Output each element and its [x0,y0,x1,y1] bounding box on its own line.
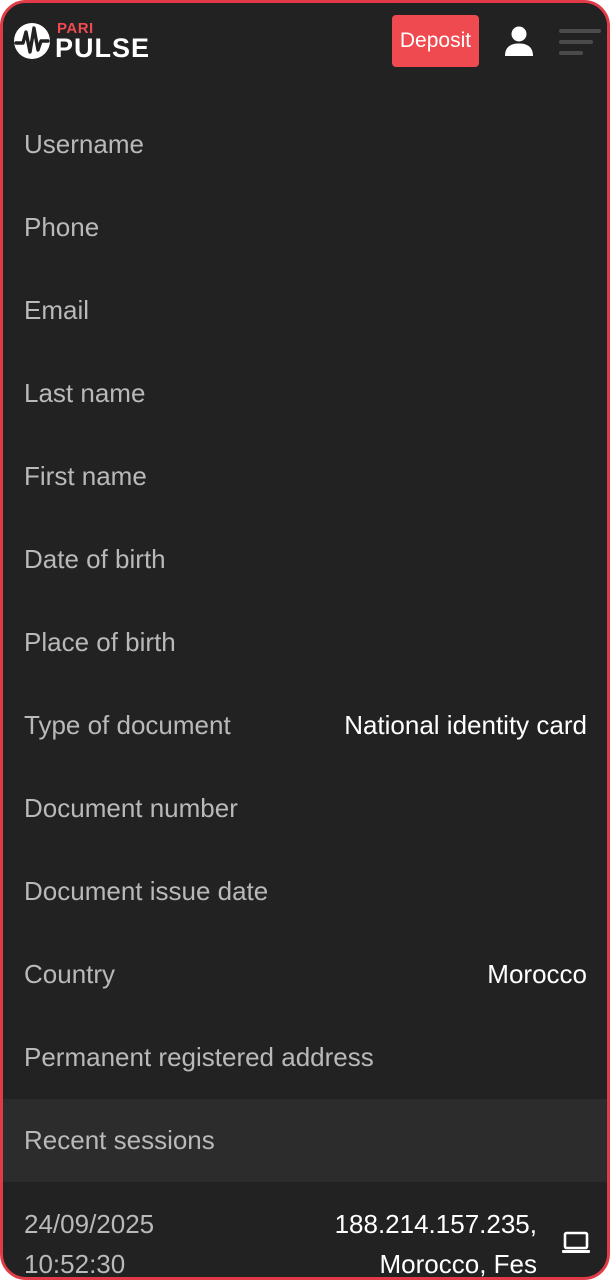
section-title: Recent sessions [24,1125,215,1155]
profile-row-phone: Phone [3,186,607,269]
profile-row-country: Country Morocco [3,933,607,1016]
user-icon[interactable] [503,25,535,57]
hamburger-menu-icon[interactable] [559,29,601,57]
row-label: Document number [24,793,238,823]
profile-row-document-issue-date: Document issue date [3,850,607,933]
session-row: 24/09/2025 10:52:30 188.214.157.235, Mor… [3,1182,607,1279]
row-label: Country [24,959,116,989]
profile-row-place-of-birth: Place of birth [3,601,607,684]
logo-pulse-text: PULSE [55,32,151,63]
profile-details: Username Phone Email Last name First nam… [3,103,607,1099]
profile-row-document-type: Type of document National identity card [3,684,607,767]
session-ip: 188.214.157.235, [334,1209,537,1239]
profile-row-document-number: Document number [3,767,607,850]
pari-pulse-logo-icon [14,23,50,59]
row-label: Permanent registered address [24,1042,374,1072]
session-location: Morocco, Fes [379,1249,538,1279]
row-label: Place of birth [24,627,176,657]
app-frame: PARI PULSE Deposit Username Phone Email [0,0,610,1280]
recent-sessions-header: Recent sessions [3,1099,607,1182]
row-label: Email [24,295,90,325]
row-label: Document issue date [24,876,269,906]
session-address: 188.214.157.235, Morocco, Fes [334,1204,538,1279]
header: PARI PULSE Deposit [3,3,607,83]
row-value: Morocco [487,959,587,989]
row-label: Date of birth [24,544,166,574]
profile-row-first-name: First name [3,435,607,518]
row-label: Last name [24,378,146,408]
logo[interactable]: PARI PULSE [13,21,150,61]
logo-wordmark: PARI PULSE [55,21,150,62]
profile-row-username: Username [3,103,607,186]
row-label: First name [24,461,147,491]
session-time: 10:52:30 [24,1249,126,1279]
row-value: National identity card [344,710,587,740]
profile-row-email: Email [3,269,607,352]
row-label: Phone [24,212,100,242]
profile-row-last-name: Last name [3,352,607,435]
row-label: Type of document [24,710,231,740]
session-date: 24/09/2025 [24,1209,155,1239]
deposit-button[interactable]: Deposit [392,15,479,67]
session-datetime: 24/09/2025 10:52:30 [24,1204,155,1279]
profile-row-address: Permanent registered address [3,1016,607,1099]
profile-row-date-of-birth: Date of birth [3,518,607,601]
row-label: Username [24,129,144,159]
laptop-icon [562,1231,590,1253]
